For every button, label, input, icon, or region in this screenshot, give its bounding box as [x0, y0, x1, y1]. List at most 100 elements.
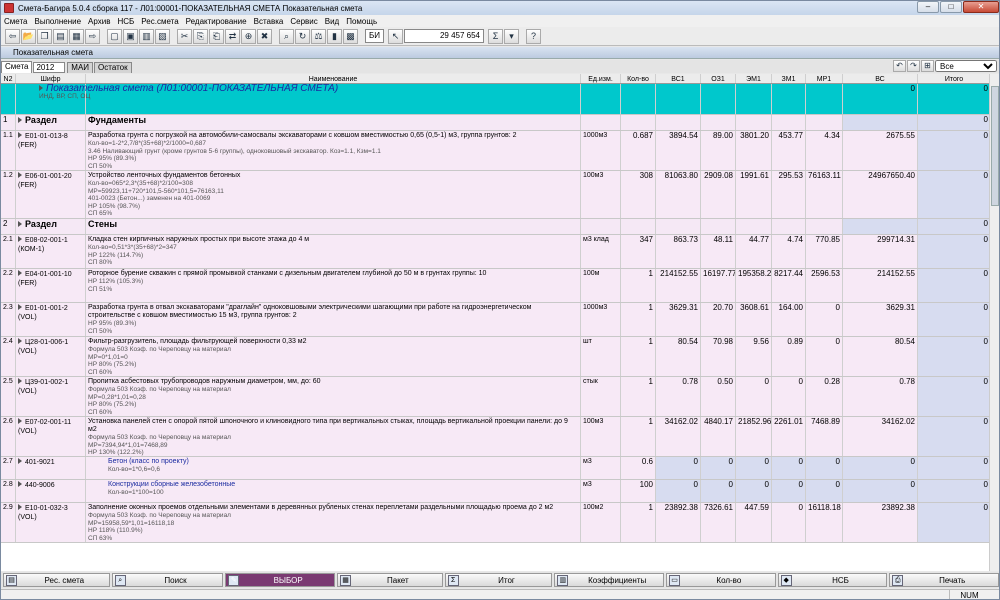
year-select[interactable]: 2012 — [33, 62, 66, 73]
column-header[interactable]: ВС1 — [656, 74, 701, 83]
close-button[interactable]: ✕ — [963, 1, 999, 13]
menu-item-8[interactable]: Вид — [325, 17, 339, 26]
column-header[interactable]: ОЗ1 — [701, 74, 736, 83]
table-row[interactable]: 2.2 Е04-01-001-10 (FER) Роторное бурение с… — [1, 269, 991, 303]
sigma-icon[interactable]: Σ — [488, 28, 503, 44]
column-header[interactable]: Ед.изм. — [581, 74, 621, 83]
expand-icon[interactable] — [18, 117, 22, 123]
bottom-button-8[interactable]: ⎙ Печать — [889, 573, 999, 587]
expand-icon[interactable] — [18, 221, 22, 227]
maximize-button[interactable]: □ — [940, 1, 962, 13]
report-icon[interactable]: ▧ — [155, 28, 170, 44]
help-icon[interactable]: ? — [526, 28, 541, 44]
menu-item-7[interactable]: Сервис — [290, 17, 317, 26]
menu-item-1[interactable]: Выполнение — [34, 17, 81, 26]
replace-icon[interactable]: ↻ — [295, 28, 310, 44]
doc-icon[interactable]: ▥ — [139, 28, 154, 44]
dropdown-icon[interactable]: ▾ — [504, 28, 519, 44]
column-header[interactable]: МР1 — [806, 74, 843, 83]
book-icon[interactable]: ▦ — [69, 28, 84, 44]
expand-icon[interactable] — [18, 338, 22, 344]
table-row[interactable]: 2.7 401-9021 Бетон (класс по проекту) Кол-в… — [1, 457, 991, 480]
expand-icon[interactable] — [18, 236, 22, 242]
menu-item-9[interactable]: Помощь — [346, 17, 377, 26]
section-row[interactable]: 1 Раздел Фундаменты 0 — [1, 115, 991, 131]
grid-header[interactable]: N2 Шифр Наименование Ед.изм. Кол-во ВС1 ОЗ1 ЭМ1… — [1, 74, 991, 84]
chart-icon[interactable]: ▮ — [327, 28, 342, 44]
table-icon[interactable]: ▣ — [123, 28, 138, 44]
minimize-button[interactable]: – — [917, 1, 939, 13]
menu-item-3[interactable]: НСБ — [117, 17, 134, 26]
bi-button[interactable]: БИ — [365, 29, 384, 43]
table-row[interactable]: 2.6 Е07-02-001-11 (VOL) Установка панелей … — [1, 417, 991, 457]
bottom-button-1[interactable]: ⌕ Поиск — [111, 573, 224, 587]
copy-doc-icon[interactable]: ❐ — [37, 28, 52, 44]
redo-icon[interactable]: ↷ — [907, 60, 920, 72]
column-header[interactable]: Наименование — [86, 74, 581, 83]
section-row[interactable]: 2 Раздел Стены 0 — [1, 219, 991, 235]
expand-icon[interactable]: ⊞ — [921, 60, 934, 72]
table-row[interactable]: 2.1 Е08-02-001-1 (КОМ-1) Кладка стен кирпи… — [1, 235, 991, 269]
column-header[interactable]: N2 — [1, 74, 16, 83]
menu-item-6[interactable]: Вставка — [254, 17, 284, 26]
table-row[interactable]: 1.1 Е01-01-013-8 (FER) Разработка грунта с… — [1, 131, 991, 171]
bottom-button-6[interactable]: ▭ Кол-во — [666, 573, 776, 587]
print-preview-icon[interactable]: ▤ — [53, 28, 68, 44]
calculator-icon[interactable]: ▩ — [343, 28, 358, 44]
scales-icon[interactable]: ⚖ — [311, 28, 326, 44]
column-header[interactable]: Шифр — [16, 74, 86, 83]
back-icon[interactable]: ⇦ — [5, 28, 20, 44]
undo-icon[interactable]: ↶ — [893, 60, 906, 72]
pointer-icon[interactable]: ↖ — [388, 28, 403, 44]
title-row[interactable]: Показательная смета (Л01:00001-ПОКАЗАТЕЛ… — [1, 84, 991, 115]
estimate-grid[interactable]: N2 Шифр Наименование Ед.изм. Кол-во ВС1 ОЗ1 ЭМ1… — [1, 74, 999, 571]
export-icon[interactable]: ⇨ — [85, 28, 100, 44]
tab-ostatok[interactable]: Остаток — [94, 62, 132, 73]
bottom-button-3[interactable]: ▦ Пакет — [337, 573, 443, 587]
expand-icon[interactable] — [39, 85, 43, 91]
open-icon[interactable]: 📂 — [21, 28, 36, 44]
find-icon[interactable]: ⌕ — [279, 28, 294, 44]
tab-smeta[interactable]: Смета — [1, 61, 33, 73]
scroll-thumb[interactable] — [991, 86, 999, 206]
expand-icon[interactable] — [18, 458, 22, 464]
menu-item-2[interactable]: Архив — [88, 17, 110, 26]
tab-mai[interactable]: МАИ — [67, 62, 94, 73]
delete-icon[interactable]: ✖ — [257, 28, 272, 44]
expand-icon[interactable] — [18, 172, 22, 178]
bottom-button-5[interactable]: ▥ Коэффициенты — [554, 573, 665, 587]
table-row[interactable]: 2.3 Е01-01-001-2 (VOL) Разработка грунта в… — [1, 303, 991, 337]
column-header[interactable]: ЗМ1 — [772, 74, 806, 83]
expand-icon[interactable] — [18, 270, 22, 276]
menu-item-4[interactable]: Рес.смета — [141, 17, 178, 26]
bottom-button-0[interactable]: ▤ Рес. смета — [3, 573, 110, 587]
copy-icon[interactable]: ⎘ — [193, 28, 208, 44]
move-icon[interactable]: ⇄ — [225, 28, 240, 44]
column-header[interactable]: Итого — [918, 74, 991, 83]
new-icon[interactable]: ▢ — [107, 28, 122, 44]
expand-icon[interactable] — [18, 378, 22, 384]
paste-icon[interactable]: ⎗ — [209, 28, 224, 44]
bottom-button-4[interactable]: Σ Итог — [444, 573, 553, 587]
expand-icon[interactable] — [18, 304, 22, 310]
filter-select[interactable]: Все — [935, 60, 997, 72]
table-row[interactable]: 2.8 440-9006 Конструкции сборные железобет… — [1, 480, 991, 503]
menu-item-5[interactable]: Редактирование — [186, 17, 247, 26]
vertical-scrollbar[interactable] — [989, 74, 999, 571]
table-row[interactable]: 2.9 Е10-01-032-3 (VOL) Заполнение оконных … — [1, 503, 991, 543]
menu-item-0[interactable]: Смета — [4, 17, 27, 26]
bottom-button-2[interactable]: ✎ ВЫБОР — [225, 573, 335, 587]
column-header[interactable]: Кол-во — [621, 74, 656, 83]
table-row[interactable]: 2.4 Ц28-01-006-1 (VOL) Фильтр-разгрузитель… — [1, 337, 991, 377]
table-row[interactable]: 1.2 Е06-01-001-20 (FER) Устройство ленточн… — [1, 171, 991, 219]
insert-icon[interactable]: ⊕ — [241, 28, 256, 44]
cut-icon[interactable]: ✂ — [177, 28, 192, 44]
bottom-button-7[interactable]: ◆ НСБ — [777, 573, 888, 587]
column-header[interactable]: ЭМ1 — [736, 74, 772, 83]
expand-icon[interactable] — [18, 481, 22, 487]
column-header[interactable]: ВС — [843, 74, 918, 83]
expand-icon[interactable] — [18, 504, 22, 510]
expand-icon[interactable] — [18, 132, 22, 138]
expand-icon[interactable] — [18, 418, 22, 424]
table-row[interactable]: 2.5 Ц39-01-002-1 (VOL) Пропитка асбестовых… — [1, 377, 991, 417]
